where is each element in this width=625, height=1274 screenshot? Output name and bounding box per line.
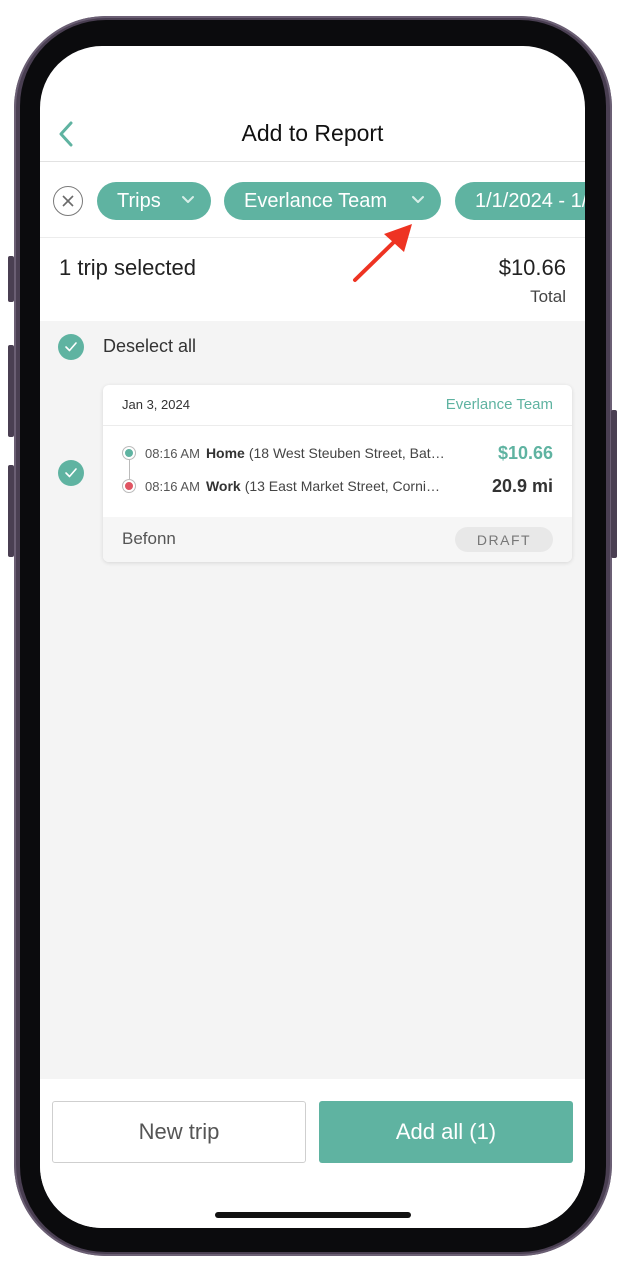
start-dot-icon xyxy=(123,447,135,459)
trip-amount: $10.66 xyxy=(497,443,553,463)
total-caption: Total xyxy=(530,287,566,306)
volume-down-button xyxy=(8,465,14,557)
trip-date: Jan 3, 2024 xyxy=(122,397,190,412)
trip-checkbox[interactable] xyxy=(58,460,84,486)
route-connector xyxy=(129,459,130,479)
filter-chip-trips[interactable]: Trips xyxy=(97,182,211,220)
home-indicator xyxy=(215,1212,411,1218)
nav-bar: Add to Report xyxy=(40,106,585,162)
power-button xyxy=(611,410,617,558)
clear-filters-button[interactable] xyxy=(53,186,83,216)
add-all-button[interactable]: Add all (1) xyxy=(319,1101,573,1163)
page-title: Add to Report xyxy=(241,120,384,146)
status-badge: DRAFT xyxy=(455,527,553,552)
end-place: Work xyxy=(205,478,241,494)
filter-chip-label: Everlance Team xyxy=(244,189,388,212)
filter-chip-team[interactable]: Everlance Team xyxy=(224,182,441,220)
filter-chip-label: Trips xyxy=(117,189,161,212)
chevron-down-icon xyxy=(182,196,194,203)
end-dot-icon xyxy=(123,480,135,492)
trip-list: Deselect all Jan 3, 2024 Everlance Team … xyxy=(40,321,585,1079)
chevron-down-icon xyxy=(412,196,424,203)
bottom-action-bar: New trip Add all (1) xyxy=(40,1079,585,1228)
deselect-all-checkbox[interactable] xyxy=(58,334,84,360)
new-trip-button[interactable]: New trip xyxy=(52,1101,306,1163)
total-amount: $10.66 xyxy=(498,255,566,280)
screen: Add to Report Trips Everlance Team 1/1/2… xyxy=(40,46,585,1228)
checkmark-icon xyxy=(65,468,77,478)
trip-end-stop: 08:16 AM Work (13 East Market Street, Co… xyxy=(123,478,445,494)
end-time: 08:16 AM xyxy=(145,478,200,494)
end-address: (13 East Market Street, Corning,… xyxy=(244,478,445,494)
trip-card-footer: Befonn DRAFT xyxy=(103,517,572,562)
start-place: Home xyxy=(205,445,245,461)
close-icon xyxy=(62,195,74,207)
start-time: 08:16 AM xyxy=(145,445,200,461)
start-address: (18 West Steuben Street, Bath,… xyxy=(248,445,449,461)
annotation-arrow-icon xyxy=(353,224,412,282)
deselect-all-label[interactable]: Deselect all xyxy=(103,336,196,357)
selection-summary: 1 trip selected $10.66 Total xyxy=(40,239,585,321)
trip-team: Everlance Team xyxy=(445,396,553,413)
trip-vehicle: Befonn xyxy=(122,529,176,548)
checkmark-icon xyxy=(65,342,77,352)
filter-bar: Trips Everlance Team 1/1/2024 - 1/ xyxy=(40,163,585,238)
trip-distance: 20.9 mi xyxy=(491,476,553,496)
volume-up-button xyxy=(8,345,14,437)
filter-chip-date-range[interactable]: 1/1/2024 - 1/ xyxy=(455,182,585,220)
mute-switch xyxy=(8,256,14,302)
card-divider xyxy=(103,425,572,426)
filter-chip-label: 1/1/2024 - 1/ xyxy=(475,189,585,212)
trip-start-stop: 08:16 AM Home (18 West Steuben Street, B… xyxy=(123,445,449,461)
selected-count: 1 trip selected xyxy=(59,255,196,280)
trip-card[interactable]: Jan 3, 2024 Everlance Team 08:16 AM Home… xyxy=(103,385,572,562)
